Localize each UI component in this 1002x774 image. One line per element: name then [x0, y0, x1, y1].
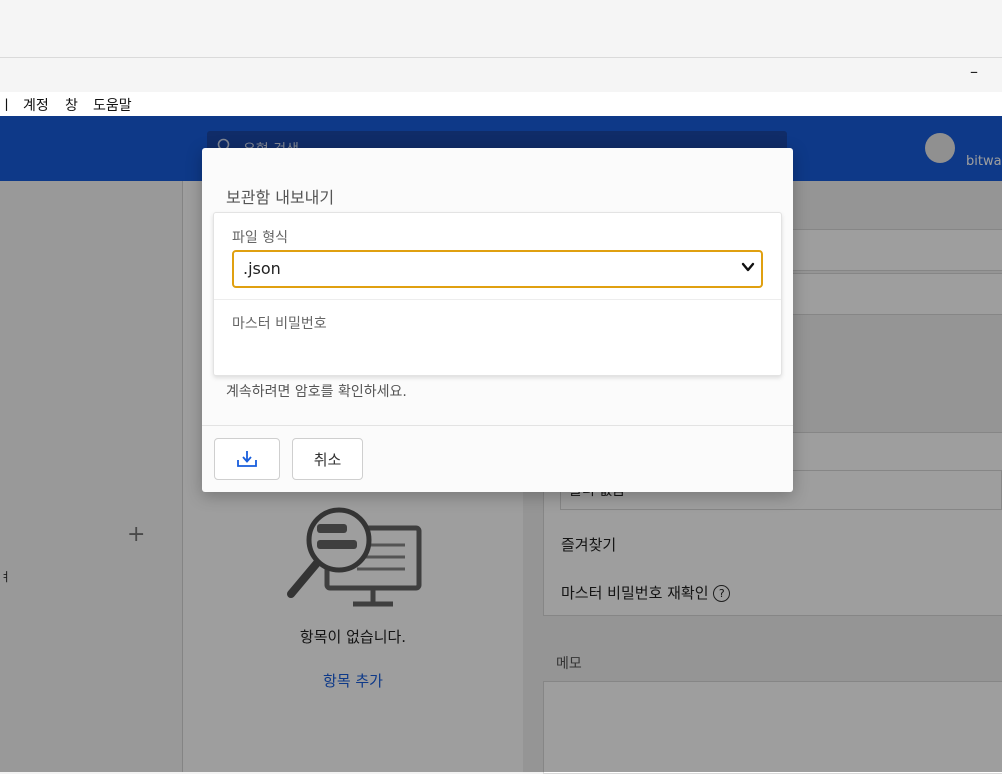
minimize-button[interactable]: –	[970, 62, 978, 81]
divider	[202, 425, 793, 426]
menu-item-view[interactable]: ㅣ	[0, 95, 13, 115]
master-password-label: 마스터 비밀번호	[232, 316, 327, 332]
chevron-down-icon	[741, 262, 755, 272]
menu-item-window[interactable]: 창	[65, 95, 78, 115]
cancel-button[interactable]: 취소	[292, 438, 363, 480]
export-vault-dialog: 보관함 내보내기 파일 형식 .json 마스터 비밀번호 계속하려면 암호를 …	[202, 148, 793, 492]
file-format-value: .json	[243, 259, 281, 278]
divider	[214, 299, 781, 300]
export-form-card: 파일 형식 .json 마스터 비밀번호	[213, 212, 782, 376]
menu-bar: ㅣ 계정 창 도움말	[0, 92, 1002, 116]
download-button[interactable]	[214, 438, 280, 480]
download-icon	[237, 451, 257, 467]
cancel-button-label: 취소	[313, 451, 342, 469]
confirm-hint: 계속하려면 암호를 확인하세요.	[226, 384, 407, 400]
menu-item-help[interactable]: 도움말	[93, 95, 132, 115]
window-titlebar	[0, 0, 1002, 58]
file-format-label: 파일 형식	[232, 230, 288, 246]
window-controls-bar	[0, 58, 1002, 92]
file-format-select[interactable]: .json	[232, 250, 763, 288]
dialog-title: 보관함 내보내기	[226, 188, 335, 207]
menu-item-account[interactable]: 계정	[23, 95, 49, 115]
